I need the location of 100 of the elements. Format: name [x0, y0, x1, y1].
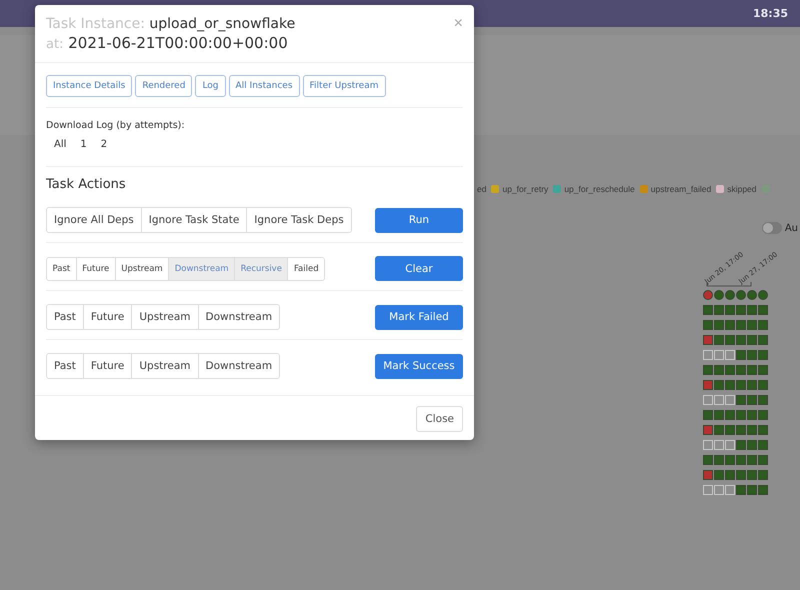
task-status-square[interactable]: [714, 470, 724, 480]
task-status-square[interactable]: [747, 305, 757, 315]
task-status-square[interactable]: [736, 395, 746, 405]
task-status-square[interactable]: [747, 455, 757, 465]
task-status-square[interactable]: [747, 395, 757, 405]
task-status-square[interactable]: [747, 410, 757, 420]
task-status-square[interactable]: [747, 485, 757, 495]
run-status-dot[interactable]: [714, 290, 724, 300]
task-status-square[interactable]: [758, 470, 768, 480]
run-status-dot[interactable]: [725, 290, 735, 300]
task-status-square[interactable]: [736, 350, 746, 360]
task-status-square[interactable]: [758, 395, 768, 405]
view-button[interactable]: Rendered: [135, 75, 192, 97]
task-status-square[interactable]: [725, 410, 735, 420]
task-status-square[interactable]: [703, 380, 713, 390]
run-status-dot[interactable]: [703, 290, 713, 300]
action-button[interactable]: Mark Failed: [375, 304, 463, 330]
task-status-square[interactable]: [758, 335, 768, 345]
task-status-square[interactable]: [736, 470, 746, 480]
option-toggle[interactable]: Past: [47, 354, 84, 378]
run-status-dot[interactable]: [758, 290, 768, 300]
task-status-square[interactable]: [736, 380, 746, 390]
task-status-square[interactable]: [714, 320, 724, 330]
task-status-square[interactable]: [758, 485, 768, 495]
task-status-square[interactable]: [703, 425, 713, 435]
log-attempt-link[interactable]: 1: [76, 137, 91, 152]
task-status-square[interactable]: [758, 425, 768, 435]
dialog-title: Task Instance: upload_or_snowflake: [46, 15, 296, 34]
run-status-dot[interactable]: [747, 290, 757, 300]
option-toggle[interactable]: Ignore All Deps: [47, 208, 142, 232]
task-status-square[interactable]: [747, 335, 757, 345]
log-attempt-link[interactable]: All: [50, 137, 70, 152]
task-status-square[interactable]: [747, 380, 757, 390]
task-status-square[interactable]: [703, 470, 713, 480]
task-status-square[interactable]: [725, 305, 735, 315]
view-button[interactable]: Filter Upstream: [302, 75, 386, 97]
legend-label: upstream_failed: [650, 184, 712, 194]
task-status-square[interactable]: [703, 320, 713, 330]
task-status-square[interactable]: [714, 425, 724, 435]
task-status-square[interactable]: [725, 380, 735, 390]
view-button[interactable]: Log: [195, 75, 226, 97]
toggle-label: Au: [784, 222, 798, 234]
action-button[interactable]: Clear: [375, 256, 463, 281]
download-log-label: Download Log (by attempts):: [46, 120, 186, 131]
section-heading: Task Actions: [46, 176, 127, 194]
legend-label: up_for_reschedule: [564, 184, 635, 194]
task-status-square[interactable]: [714, 455, 724, 465]
task-status-square[interactable]: [714, 380, 724, 390]
task-status-square[interactable]: [758, 440, 768, 450]
task-status-square[interactable]: [703, 305, 713, 315]
task-status-square[interactable]: [736, 485, 746, 495]
task-status-square[interactable]: [703, 335, 713, 345]
task-status-square[interactable]: [747, 440, 757, 450]
action-button[interactable]: Run: [375, 208, 463, 232]
legend-label: ed: [477, 184, 486, 194]
task-status-square[interactable]: [758, 365, 768, 375]
action-button[interactable]: Mark Success: [375, 354, 463, 378]
task-status-square[interactable]: [714, 335, 724, 345]
task-status-square[interactable]: [714, 410, 724, 420]
task-status-square[interactable]: [736, 455, 746, 465]
task-status-square[interactable]: [758, 350, 768, 360]
run-status-dot[interactable]: [736, 290, 746, 300]
clock: 18:35: [752, 7, 788, 20]
task-status-square[interactable]: [736, 425, 746, 435]
task-status-square[interactable]: [747, 350, 757, 360]
task-status-square[interactable]: [758, 320, 768, 330]
task-status-square[interactable]: [747, 320, 757, 330]
task-status-square[interactable]: [758, 380, 768, 390]
close-button[interactable]: Close: [416, 406, 463, 432]
task-status-square[interactable]: [747, 365, 757, 375]
task-status-square[interactable]: [736, 440, 746, 450]
task-status-square[interactable]: [747, 470, 757, 480]
task-status-square[interactable]: [736, 365, 746, 375]
task-status-square[interactable]: [703, 410, 713, 420]
task-status-square[interactable]: [725, 470, 735, 480]
legend-label: skipped: [727, 184, 757, 194]
task-status-square[interactable]: [736, 305, 746, 315]
task-status-square[interactable]: [758, 455, 768, 465]
task-status-square[interactable]: [747, 425, 757, 435]
task-status-square[interactable]: [725, 335, 735, 345]
task-status-square[interactable]: [725, 320, 735, 330]
task-status-square[interactable]: [725, 365, 735, 375]
task-status-square[interactable]: [714, 365, 724, 375]
task-status-square[interactable]: [703, 455, 713, 465]
task-status-square[interactable]: [736, 335, 746, 345]
task-status-square[interactable]: [758, 305, 768, 315]
task-status-square[interactable]: [714, 305, 724, 315]
view-button[interactable]: All Instances: [228, 75, 300, 97]
view-button[interactable]: Instance Details: [46, 75, 132, 97]
task-status-square[interactable]: [736, 410, 746, 420]
task-status-square[interactable]: [736, 320, 746, 330]
task-status-square[interactable]: [758, 410, 768, 420]
option-toggle[interactable]: Past: [47, 258, 77, 280]
task-status-square[interactable]: [703, 365, 713, 375]
option-toggle[interactable]: Past: [47, 305, 84, 329]
log-attempt-link[interactable]: 2: [96, 137, 112, 152]
execution-date: at: 2021-06-21T00:00:00+00:00: [46, 34, 289, 54]
task-status-square[interactable]: [725, 425, 735, 435]
toggle-switch[interactable]: [762, 222, 782, 234]
task-status-square[interactable]: [725, 455, 735, 465]
